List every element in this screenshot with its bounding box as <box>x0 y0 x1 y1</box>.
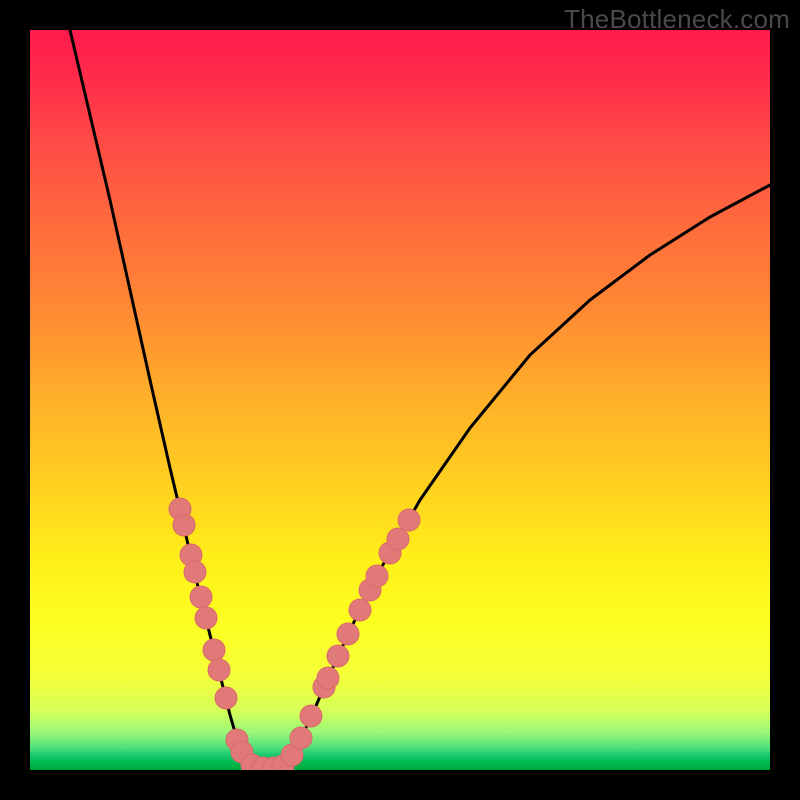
data-marker <box>387 528 409 550</box>
data-marker <box>184 561 206 583</box>
data-marker <box>290 727 312 749</box>
outer-frame: TheBottleneck.com <box>0 0 800 800</box>
data-marker <box>208 659 230 681</box>
data-marker <box>366 565 388 587</box>
chart-overlay <box>30 30 770 770</box>
data-marker <box>215 687 237 709</box>
data-marker <box>349 599 371 621</box>
data-marker <box>327 645 349 667</box>
data-marker <box>317 667 339 689</box>
data-marker <box>300 705 322 727</box>
data-marker <box>203 639 225 661</box>
data-marker <box>337 623 359 645</box>
data-marker <box>398 509 420 531</box>
data-markers <box>169 498 420 770</box>
data-marker <box>173 514 195 536</box>
watermark-label: TheBottleneck.com <box>564 4 790 35</box>
bottleneck-curve <box>70 30 770 768</box>
data-marker <box>190 586 212 608</box>
curve-segment <box>285 185 770 766</box>
plot-area <box>30 30 770 770</box>
data-marker <box>195 607 217 629</box>
